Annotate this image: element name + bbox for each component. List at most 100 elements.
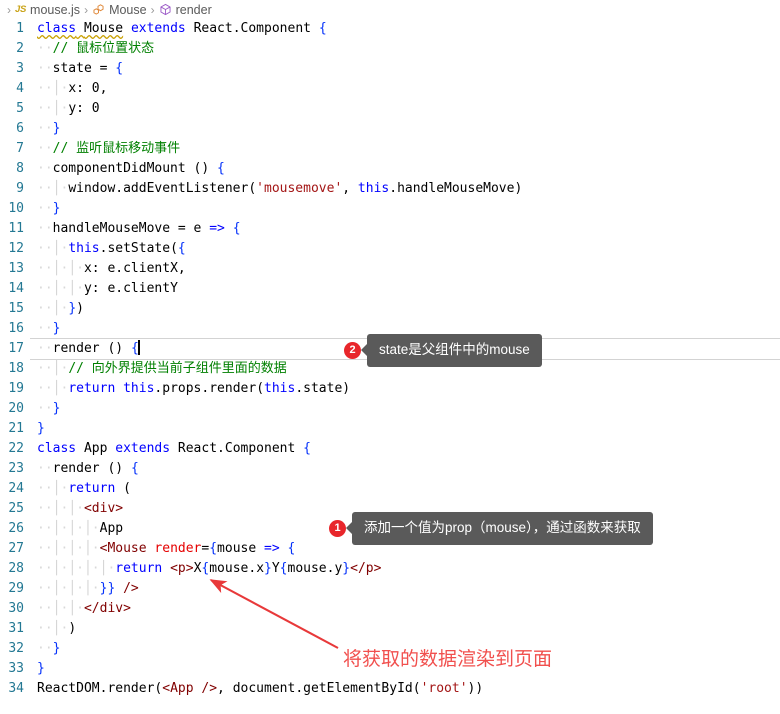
code-text[interactable]: ··│·│·</div> xyxy=(30,599,780,619)
annotation-tooltip-2: 2 state是父组件中的mouse xyxy=(344,334,542,367)
annotation-badge-1: 1 xyxy=(329,519,346,537)
code-text[interactable]: ··state = { xyxy=(30,59,780,79)
line-number: 14 xyxy=(8,281,24,296)
code-line[interactable]: 5 ··│·y: 0 xyxy=(0,99,780,119)
code-line[interactable]: 6 ··} xyxy=(0,119,780,139)
code-text[interactable]: ReactDOM.render(<App />, document.getEle… xyxy=(30,679,780,699)
line-number: 20 xyxy=(8,401,24,416)
code-text[interactable]: } xyxy=(30,419,780,439)
code-text[interactable]: ··} xyxy=(30,199,780,219)
line-number: 3 xyxy=(16,61,24,76)
text-cursor xyxy=(137,340,140,355)
breadcrumb-separator-1: › xyxy=(84,2,89,17)
line-number: 28 xyxy=(8,561,24,576)
line-number: 17 xyxy=(8,341,24,356)
breadcrumb-item-file[interactable]: JS mouse.js xyxy=(15,3,80,17)
breadcrumb: › JS mouse.js › Mouse › render xyxy=(0,0,780,19)
red-annotation-note: 将获取的数据渲染到页面 xyxy=(343,649,553,670)
annotation-badge-2: 2 xyxy=(344,341,361,359)
code-text[interactable]: ··│·return this.props.render(this.state) xyxy=(30,379,780,399)
code-line[interactable]: 14 ··│·│·y: e.clientY xyxy=(0,279,780,299)
code-line[interactable]: 28 ··│·│·│·│·return <p>X{mouse.x}Y{mouse.… xyxy=(0,559,780,579)
annotation-text-1: 添加一个值为prop（mouse），通过函数来获取 xyxy=(352,512,653,545)
code-line[interactable]: 21} xyxy=(0,419,780,439)
code-editor[interactable]: 1 class Mouse extends React.Component {2 ·… xyxy=(0,19,780,714)
code-text[interactable]: ··│·window.addEventListener('mousemove',… xyxy=(30,179,780,199)
code-line[interactable]: 3 ··state = { xyxy=(0,59,780,79)
code-text[interactable]: ··│·}) xyxy=(30,299,780,319)
line-number: 31 xyxy=(8,621,24,636)
line-number: 15 xyxy=(8,301,24,316)
line-number: 34 xyxy=(8,681,24,696)
method-symbol-icon xyxy=(159,3,172,16)
code-line[interactable]: 10 ··} xyxy=(0,199,780,219)
line-number: 22 xyxy=(8,441,24,456)
code-text[interactable]: ··│·) xyxy=(30,619,780,639)
code-text[interactable]: ··│·x: 0, xyxy=(30,79,780,99)
line-number: 33 xyxy=(8,661,24,676)
breadcrumb-item-class[interactable]: Mouse xyxy=(92,3,147,17)
code-text[interactable]: ··} xyxy=(30,119,780,139)
code-line[interactable]: 2 ··// 鼠标位置状态 xyxy=(0,39,780,59)
code-line[interactable]: 34 ReactDOM.render(<App />, document.getE… xyxy=(0,679,780,699)
code-line[interactable]: 4 ··│·x: 0, xyxy=(0,79,780,99)
code-text[interactable]: ··│·│·x: e.clientX, xyxy=(30,259,780,279)
breadcrumb-separator-0: › xyxy=(7,2,11,17)
breadcrumb-label-class: Mouse xyxy=(109,2,147,17)
code-line[interactable]: 15 ··│·}) xyxy=(0,299,780,319)
code-text[interactable]: ··// 鼠标位置状态 xyxy=(30,39,780,59)
line-number: 10 xyxy=(8,201,24,216)
code-text[interactable]: ··│·│·│·}} /> xyxy=(30,579,780,599)
code-text[interactable]: ··// 监听鼠标移动事件 xyxy=(30,139,780,159)
breadcrumb-label-method: render xyxy=(175,2,212,17)
line-number: 13 xyxy=(8,261,24,276)
code-line[interactable]: 9 ··│·window.addEventListener('mousemove'… xyxy=(0,179,780,199)
code-line[interactable]: 12 ··│·this.setState({ xyxy=(0,239,780,259)
code-text[interactable]: ··render () { xyxy=(30,459,780,479)
breadcrumb-separator-2: › xyxy=(150,2,155,17)
code-line[interactable]: 31 ··│·) xyxy=(0,619,780,639)
annotation-text-2: state是父组件中的mouse xyxy=(367,334,542,367)
code-line[interactable]: 13 ··│·│·x: e.clientX, xyxy=(0,259,780,279)
breadcrumb-label-file: mouse.js xyxy=(30,2,81,17)
line-number: 5 xyxy=(16,101,24,116)
code-text[interactable]: ··│·│·│·│·return <p>X{mouse.x}Y{mouse.y}… xyxy=(30,559,780,579)
code-text[interactable]: class App extends React.Component { xyxy=(30,439,780,459)
code-text[interactable]: ··│·this.setState({ xyxy=(30,239,780,259)
annotation-tooltip-1: 1 添加一个值为prop（mouse），通过函数来获取 xyxy=(329,512,653,545)
line-number: 21 xyxy=(8,421,24,436)
line-number: 29 xyxy=(8,581,24,596)
editor-screenshot: › JS mouse.js › Mouse › render 1 class M… xyxy=(0,0,780,714)
js-file-icon: JS xyxy=(15,4,27,15)
code-line[interactable]: 20 ··} xyxy=(0,399,780,419)
line-number: 26 xyxy=(8,521,24,536)
line-number: 19 xyxy=(8,381,24,396)
code-line[interactable]: 24 ··│·return ( xyxy=(0,479,780,499)
code-text[interactable]: ··componentDidMount () { xyxy=(30,159,780,179)
line-number: 18 xyxy=(8,361,24,376)
code-line[interactable]: 23 ··render () { xyxy=(0,459,780,479)
code-line[interactable]: 19 ··│·return this.props.render(this.stat… xyxy=(0,379,780,399)
breadcrumb-item-method[interactable]: render xyxy=(159,3,212,17)
code-text[interactable]: ··│·return ( xyxy=(30,479,780,499)
code-text[interactable]: ··} xyxy=(30,399,780,419)
line-number: 9 xyxy=(16,181,24,196)
code-line[interactable]: 11 ··handleMouseMove = e => { xyxy=(0,219,780,239)
code-line[interactable]: 29 ··│·│·│·}} /> xyxy=(0,579,780,599)
line-number: 32 xyxy=(8,641,24,656)
code-text[interactable]: ··│·│·y: e.clientY xyxy=(30,279,780,299)
code-line[interactable]: 7 ··// 监听鼠标移动事件 xyxy=(0,139,780,159)
code-text[interactable]: class Mouse extends React.Component { xyxy=(30,19,780,39)
code-line[interactable]: 22 class App extends React.Component { xyxy=(0,439,780,459)
line-number: 6 xyxy=(16,121,24,136)
line-number: 30 xyxy=(8,601,24,616)
code-text[interactable]: ··│·y: 0 xyxy=(30,99,780,119)
code-line[interactable]: 30 ··│·│·</div> xyxy=(0,599,780,619)
code-line[interactable]: 1 class Mouse extends React.Component { xyxy=(0,19,780,39)
line-number: 4 xyxy=(16,81,24,96)
code-line[interactable]: 8 ··componentDidMount () { xyxy=(0,159,780,179)
line-number: 7 xyxy=(16,141,24,156)
line-number: 27 xyxy=(8,541,24,556)
line-number: 23 xyxy=(8,461,24,476)
code-text[interactable]: ··handleMouseMove = e => { xyxy=(30,219,780,239)
